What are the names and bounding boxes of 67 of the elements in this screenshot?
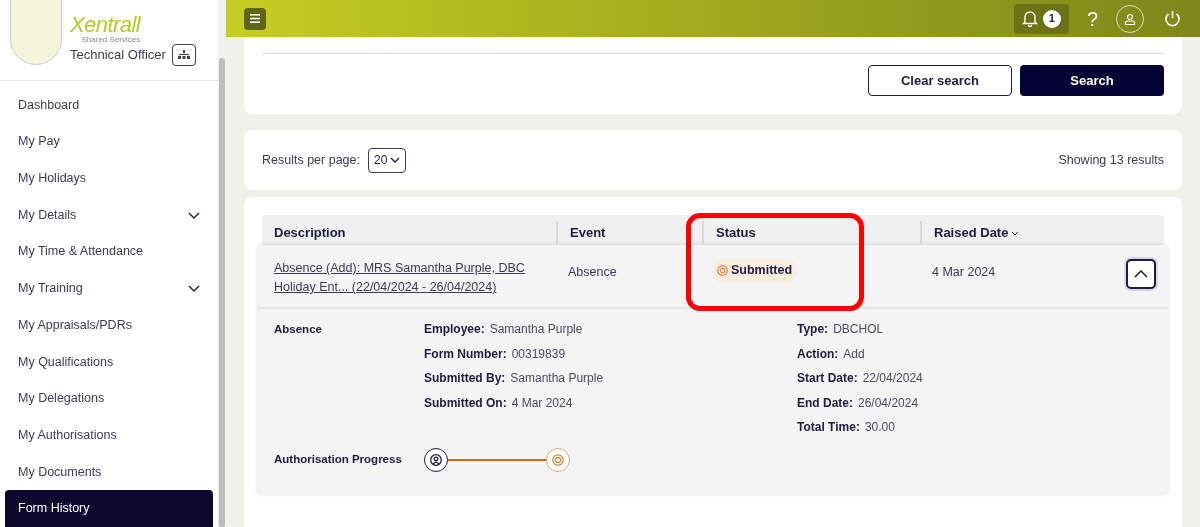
status-badge: Submitted — [712, 258, 798, 283]
table-cell: Absence — [568, 265, 617, 279]
field-label: Form Number: — [424, 345, 507, 363]
sidebar-item[interactable]: Dashboard — [5, 86, 213, 124]
sidebar-item[interactable]: My Pay — [5, 123, 213, 161]
field-label: Action: — [797, 345, 839, 363]
field-value: DBCHOL — [833, 321, 884, 339]
sidebar-item[interactable]: My Authorisations — [5, 416, 213, 454]
table-cell: 4 Mar 2024 — [932, 265, 996, 279]
sidebar-item[interactable]: My Qualifications — [5, 343, 213, 381]
field-value: 4 Mar 2024 — [511, 394, 573, 412]
sidebar-item[interactable]: My Delegations — [5, 380, 213, 417]
field-label: Submitted On: — [424, 394, 507, 412]
sidebar-item[interactable]: My Documents — [5, 453, 213, 491]
progress-label: Authorisation Progress — [274, 451, 403, 467]
notifications-button[interactable]: 1 — [1013, 3, 1069, 34]
detail-heading: Absence — [274, 322, 323, 337]
logo-wordmark: Xentrall — [70, 14, 141, 36]
chevron-up-icon — [1134, 270, 1148, 278]
field-label: Type: — [797, 321, 829, 339]
field-value: Samantha Purple — [489, 321, 583, 339]
field-label: Employee: — [424, 321, 485, 339]
description-link[interactable]: Absence (Add): MRS Samantha Purple, DBC Holiday Ent... (22/04/2024 - 26/04/2024) — [274, 259, 544, 297]
org-chart-button[interactable] — [171, 44, 196, 66]
bell-icon — [1021, 10, 1038, 27]
sort-icon — [1011, 230, 1020, 236]
power-button[interactable] — [1162, 8, 1182, 29]
pending-step-icon — [552, 453, 564, 466]
field-label: Total Time: — [797, 419, 860, 437]
sidebar-item[interactable]: My Holidays — [5, 160, 213, 197]
field-value: Samantha Purple — [510, 370, 604, 388]
sidebar-item[interactable]: My Details — [5, 196, 213, 234]
logo-tagline: Shared Services — [81, 36, 141, 44]
results-count: Showing 13 results — [1058, 151, 1164, 169]
scrollbar[interactable] — [218, 0, 226, 527]
menu-button[interactable] — [244, 7, 266, 30]
field-label: End Date: — [797, 394, 853, 412]
results-per-page-label: Results per page: — [262, 151, 360, 169]
chevron-down-icon — [390, 157, 401, 163]
field-value: 26/04/2024 — [858, 394, 919, 412]
field-label: Start Date: — [797, 370, 858, 388]
collapse-button[interactable] — [1126, 259, 1156, 289]
per-page-dropdown[interactable]: 20 — [368, 147, 407, 173]
clear-search-button[interactable]: Clear search — [868, 65, 1012, 96]
field-value: 00319839 — [511, 345, 566, 363]
menu-icon — [250, 14, 260, 23]
field-value: Add — [843, 345, 865, 363]
status-icon — [717, 265, 728, 276]
sidebar-item[interactable]: My Training — [5, 270, 213, 307]
field-value: 30.00 — [864, 419, 895, 437]
sidebar-item[interactable]: Form History — [5, 490, 213, 527]
hierarchy-icon — [177, 50, 190, 60]
sidebar-item[interactable]: My Appraisals/PDRs — [5, 306, 213, 344]
field-label: Submitted By: — [424, 370, 506, 388]
chevron-down-icon — [188, 211, 200, 219]
column-header[interactable]: Description — [262, 221, 556, 245]
role-label: Technical Officer — [70, 46, 166, 65]
search-button[interactable]: Search — [1020, 65, 1164, 96]
power-icon — [1163, 9, 1181, 28]
sidebar-item[interactable]: My Time & Attendance — [5, 233, 213, 271]
field-value: 22/04/2024 — [862, 370, 923, 388]
user-step-icon — [430, 453, 442, 466]
chevron-down-icon — [188, 285, 200, 293]
user-icon — [1124, 12, 1136, 25]
notification-count: 1 — [1042, 9, 1061, 28]
scrollbar-thumb[interactable] — [219, 58, 225, 527]
help-button[interactable]: ? — [1086, 3, 1098, 34]
